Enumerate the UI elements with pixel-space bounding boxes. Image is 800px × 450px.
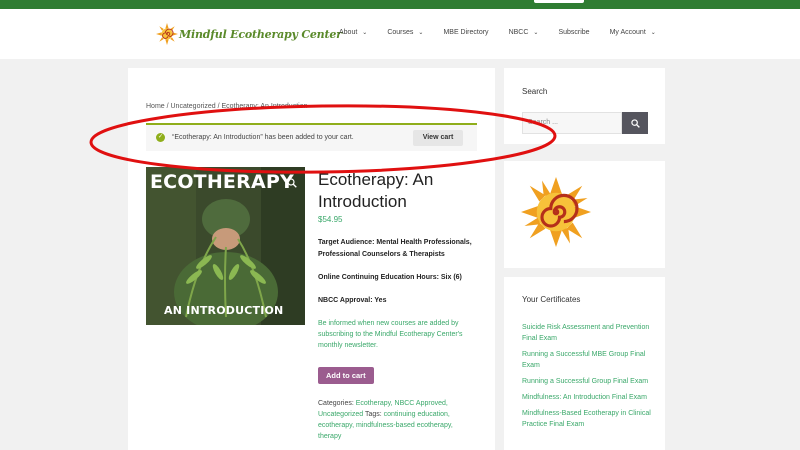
product-content: Home / Uncategorized / Ecotherapy: An In… <box>128 68 495 450</box>
product-image[interactable]: ECOTHERAPY AN INTRODUCTION <box>146 167 305 325</box>
main-nav: About ⌄ Courses ⌄ MBE Directory NBCC ⌄ Subs… <box>339 29 676 36</box>
view-cart-button[interactable]: View cart <box>413 130 463 146</box>
nav-subscribe[interactable]: Subscribe <box>558 29 589 36</box>
nav-mbe-directory[interactable]: MBE Directory <box>443 29 488 36</box>
breadcrumb[interactable]: Home / Uncategorized / Ecotherapy: An In… <box>146 103 307 110</box>
nav-my-account[interactable]: My Account ⌄ <box>610 29 656 36</box>
image-title: ECOTHERAPY <box>150 171 294 193</box>
chevron-down-icon: ⌄ <box>533 30 539 36</box>
nav-my-account-label: My Account <box>609 29 646 36</box>
search-input[interactable]: Search ... <box>522 112 622 134</box>
sun-logo-icon <box>156 23 178 45</box>
categories-label: Categories: <box>318 400 354 407</box>
nav-about-label: About <box>339 29 358 36</box>
top-bar-button[interactable] <box>534 0 584 3</box>
nav-nbcc-label: NBCC <box>508 29 529 36</box>
certificates-title: Your Certificates <box>522 295 581 304</box>
chevron-down-icon: ⌄ <box>362 30 368 36</box>
add-to-cart-button[interactable]: Add to cart <box>318 367 374 384</box>
product-meta: Categories: Ecotherapy, NBCC Approved, U… <box>318 398 478 442</box>
certificate-link[interactable]: Suicide Risk Assessment and Prevention F… <box>522 322 652 344</box>
product-title: Ecotherapy: An Introduction <box>318 170 434 211</box>
sun-spiral-icon <box>521 177 591 247</box>
certificate-link[interactable]: Running a Successful Group Final Exam <box>522 376 652 387</box>
logo-widget <box>504 161 665 268</box>
zoom-icon[interactable] <box>287 175 297 193</box>
tags-label: Tags: <box>364 411 382 418</box>
image-subtitle: AN INTRODUCTION <box>164 304 284 317</box>
search-widget-title: Search <box>522 87 548 96</box>
target-audience: Target Audience: Mental Health Professio… <box>318 239 472 258</box>
certificates-list: Suicide Risk Assessment and Prevention F… <box>522 322 652 435</box>
cart-notice-message: “Ecotherapy: An Introduction” has been a… <box>172 134 354 141</box>
search-widget: Search Search ... <box>504 68 665 144</box>
site-logo[interactable]: Mindful Ecotherapy Center <box>156 23 342 45</box>
nav-courses[interactable]: Courses ⌄ <box>387 29 423 36</box>
newsletter-link[interactable]: Be informed when new courses are added b… <box>318 318 478 351</box>
chevron-down-icon: ⌄ <box>418 30 424 36</box>
nav-courses-label: Courses <box>387 29 414 36</box>
nav-nbcc[interactable]: NBCC ⌄ <box>509 29 539 36</box>
cart-notice: ✓ “Ecotherapy: An Introduction” has been… <box>146 123 477 151</box>
certificate-link[interactable]: Running a Successful MBE Group Final Exa… <box>522 349 652 371</box>
check-circle-icon: ✓ <box>156 133 165 142</box>
logo-text: Mindful Ecotherapy Center <box>179 27 342 41</box>
nav-about[interactable]: About ⌄ <box>339 29 367 36</box>
nav-subscribe-label: Subscribe <box>558 29 590 36</box>
nav-mbe-directory-label: MBE Directory <box>443 29 489 36</box>
certificates-widget: Your Certificates Suicide Risk Assessmen… <box>504 277 665 450</box>
nbcc-approval: NBCC Approval: Yes <box>318 297 387 304</box>
ce-hours: Online Continuing Education Hours: Six (… <box>318 274 462 281</box>
top-bar <box>0 0 800 9</box>
search-icon <box>630 118 640 128</box>
site-header: Mindful Ecotherapy Center About ⌄ Courses… <box>0 9 800 59</box>
product-price: $54.95 <box>318 215 343 224</box>
certificate-link[interactable]: Mindfulness: An Introduction Final Exam <box>522 392 652 403</box>
product-summary: Ecotherapy: An Introduction $54.95 Targe… <box>318 169 478 442</box>
chevron-down-icon: ⌄ <box>650 30 656 36</box>
search-button[interactable] <box>622 112 648 134</box>
certificate-link[interactable]: Mindfulness-Based Ecotherapy in Clinical… <box>522 408 652 430</box>
